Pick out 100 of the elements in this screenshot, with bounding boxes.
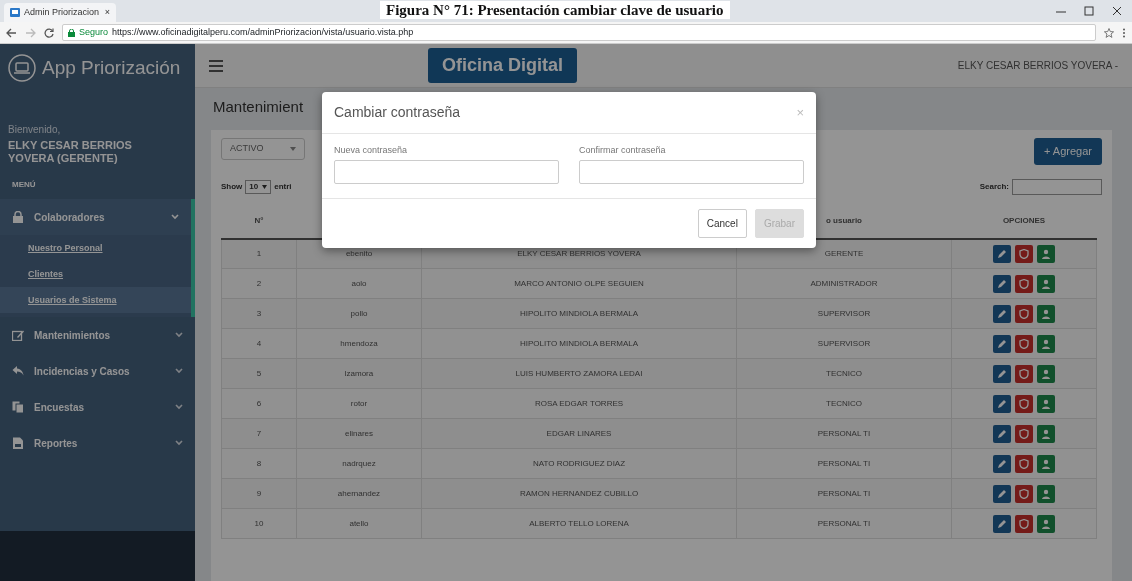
shield-icon	[1019, 278, 1029, 289]
user-button[interactable]	[1037, 244, 1055, 263]
table-cell: 6	[221, 388, 297, 419]
tab-close-button[interactable]: ×	[104, 5, 110, 20]
more-menu-icon[interactable]	[1122, 27, 1126, 38]
shield-icon	[1019, 368, 1029, 379]
edit-button[interactable]	[993, 334, 1011, 353]
status-select[interactable]: ACTIVO	[221, 138, 305, 160]
pencil-icon	[997, 278, 1007, 289]
search-field[interactable]	[1012, 178, 1102, 195]
user-button[interactable]	[1037, 334, 1055, 353]
dialog-title: Cambiar contraseña	[334, 104, 461, 121]
sidebar-item[interactable]: Incidencias y Casos	[0, 353, 195, 390]
pencil-icon	[997, 338, 1007, 349]
user-button[interactable]	[1037, 274, 1055, 293]
table-cell: 3	[221, 298, 297, 329]
edit-button[interactable]	[993, 244, 1011, 263]
edit-button[interactable]	[993, 454, 1011, 473]
table-cell: nadrquez	[296, 448, 422, 479]
edit-button[interactable]	[993, 304, 1011, 323]
table-cell: 1	[221, 238, 297, 269]
person-icon	[1041, 248, 1051, 259]
menu-icon[interactable]	[209, 59, 223, 72]
page-icon	[10, 8, 20, 17]
table-cell: elinares	[296, 418, 422, 449]
table-cell: PERSONAL TI	[736, 478, 952, 509]
close-icon[interactable]	[1112, 6, 1122, 16]
sidebar-item[interactable]: Mantenimientos	[0, 317, 195, 354]
user-button[interactable]	[1037, 514, 1055, 533]
password-field[interactable]	[334, 159, 559, 184]
reset-button[interactable]	[1015, 244, 1033, 263]
shield-icon	[1019, 338, 1029, 349]
pencil-icon	[997, 398, 1007, 409]
edit-button[interactable]	[993, 484, 1011, 503]
user-button[interactable]	[1037, 304, 1055, 323]
person-icon	[1041, 278, 1051, 289]
reset-button[interactable]	[1015, 394, 1033, 413]
maximize-icon[interactable]	[1084, 6, 1094, 16]
entries-label: entri	[274, 180, 292, 193]
column-header[interactable]: OPCIONES	[951, 204, 1097, 239]
edit-button[interactable]	[993, 394, 1011, 413]
person-icon	[1041, 428, 1051, 439]
reset-button[interactable]	[1015, 274, 1033, 293]
shield-icon	[1019, 428, 1029, 439]
table-cell: 7	[221, 418, 297, 449]
laptop-icon	[8, 54, 36, 82]
edit-button[interactable]	[993, 274, 1011, 293]
password-field[interactable]	[579, 159, 804, 184]
pencil-icon	[997, 458, 1007, 469]
submenu-item[interactable]: Nuestro Personal	[0, 235, 191, 262]
secure-label: Seguro	[79, 25, 109, 39]
user-button[interactable]	[1037, 424, 1055, 443]
reset-button[interactable]	[1015, 424, 1033, 443]
star-icon[interactable]	[1104, 27, 1114, 38]
user-button[interactable]	[1037, 394, 1055, 413]
user-menu[interactable]: ELKY CESAR BERRIOS YOVERA -	[957, 58, 1118, 73]
submenu-item[interactable]: Usuarios de Sistema	[0, 287, 191, 314]
table-cell: TECNICO	[736, 388, 952, 419]
chevron-icon	[175, 332, 183, 339]
reset-button[interactable]	[1015, 484, 1033, 503]
edit-button[interactable]	[993, 514, 1011, 533]
reset-button[interactable]	[1015, 304, 1033, 323]
user-button[interactable]	[1037, 454, 1055, 473]
search-label: Search:	[979, 180, 1009, 193]
reload-icon[interactable]	[44, 27, 54, 38]
page-size-select[interactable]: 10	[245, 179, 272, 194]
add-button[interactable]: + Agregar	[1034, 138, 1102, 165]
reset-button[interactable]	[1015, 364, 1033, 383]
greeting-text: Bienvenido,	[7, 123, 62, 137]
reset-button[interactable]	[1015, 334, 1033, 353]
reset-button[interactable]	[1015, 514, 1033, 533]
user-button[interactable]	[1037, 484, 1055, 503]
menu-heading: MENÚ	[11, 179, 37, 192]
sidebar-item[interactable]: Reportes	[0, 425, 195, 462]
back-arrow-icon[interactable]	[6, 27, 17, 38]
table-cell: 9	[221, 478, 297, 509]
table-cell: HIPOLITO MINDIOLA BERMALA	[421, 328, 737, 359]
edit-button[interactable]	[993, 364, 1011, 383]
browser-tab[interactable]: Admin Priorizacion ×	[4, 3, 116, 22]
shield-icon	[1019, 518, 1029, 529]
field-label: Confirmar contraseña	[579, 144, 667, 157]
address-bar[interactable]: Seguro https://www.oficinadigitalperu.com/adminPriorizacion/vista/usuario.vista.php	[62, 24, 1096, 41]
person-icon	[1041, 458, 1051, 469]
tab-title: Admin Priorizacion	[24, 5, 100, 19]
person-icon	[1041, 398, 1051, 409]
user-button[interactable]	[1037, 364, 1055, 383]
documents-icon	[12, 401, 24, 414]
table-cell: HIPOLITO MINDIOLA BERMALA	[421, 298, 737, 329]
sidebar-item[interactable]: Encuestas	[0, 389, 195, 426]
chevron-icon	[175, 440, 183, 447]
table-cell: aolo	[296, 268, 422, 299]
column-header[interactable]: N°	[221, 204, 297, 239]
lock-icon	[68, 28, 75, 37]
sidebar-item[interactable]: Colaboradores	[0, 199, 195, 236]
reset-button[interactable]	[1015, 454, 1033, 473]
table-cell: ahernandez	[296, 478, 422, 509]
table-cell: hmendoza	[296, 328, 422, 359]
edit-button[interactable]	[993, 424, 1011, 443]
chevron-icon	[171, 214, 179, 221]
dialog-button[interactable]: Cancel	[697, 208, 747, 238]
